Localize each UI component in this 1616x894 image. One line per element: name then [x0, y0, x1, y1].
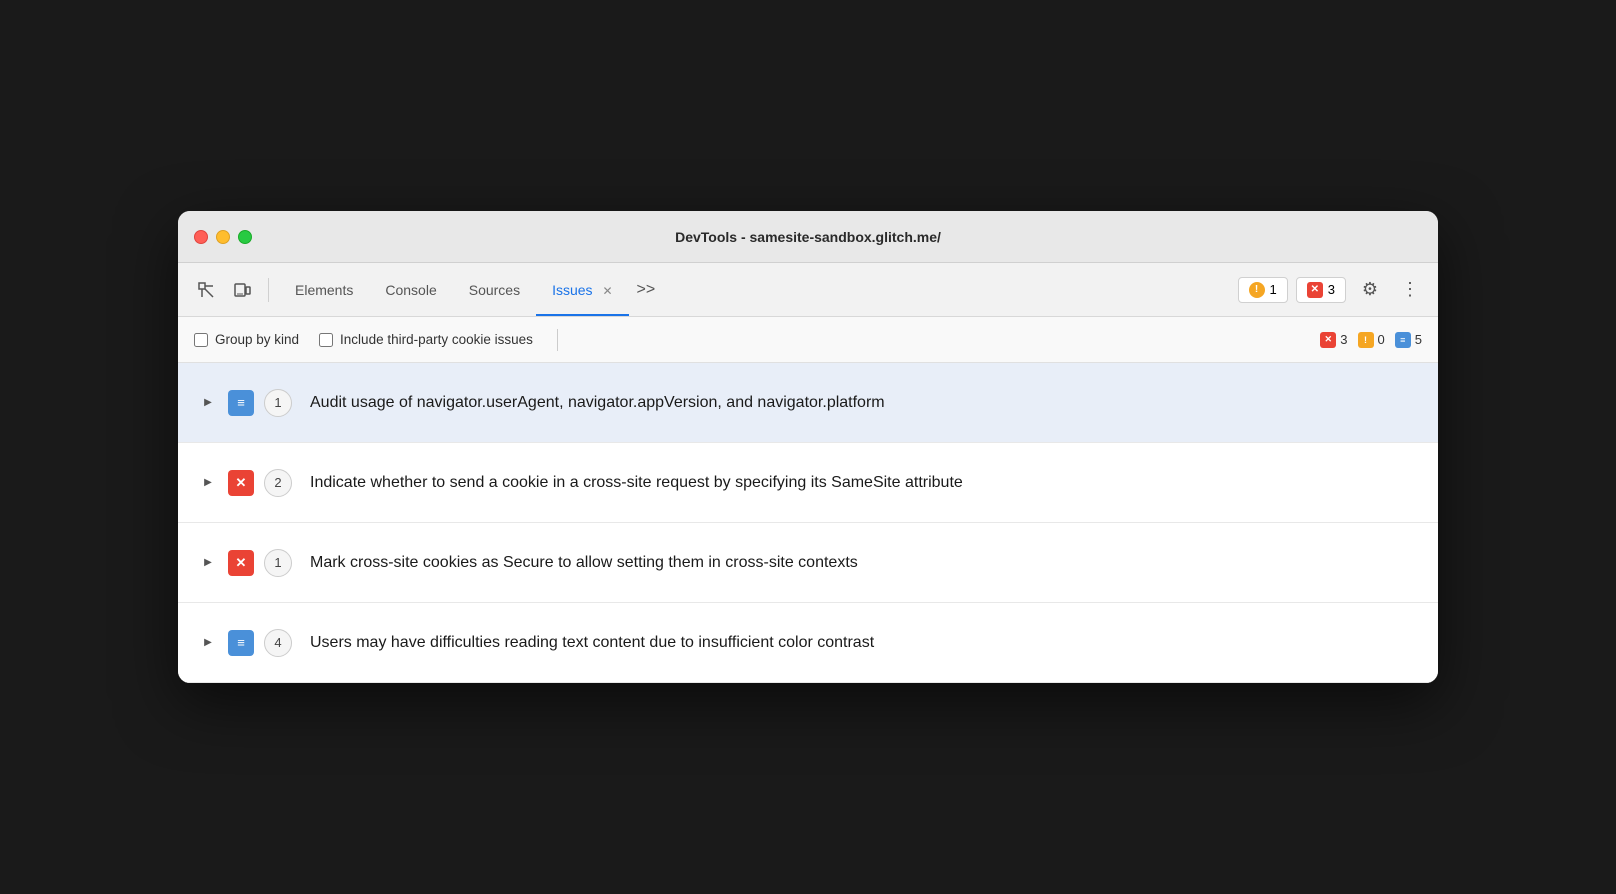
issue-type-icon-info-2: ≡ [228, 630, 254, 656]
warn-count-num: 0 [1378, 332, 1385, 347]
error-count-num: 3 [1340, 332, 1347, 347]
tab-issues-close[interactable]: ✕ [602, 284, 612, 298]
inspect-icon [197, 281, 215, 299]
tab-console[interactable]: Console [369, 274, 452, 306]
issue-count-3: 1 [264, 549, 292, 577]
issue-row[interactable]: ▶ ≡ 1 Audit usage of navigator.userAgent… [178, 363, 1438, 443]
expand-arrow-2[interactable]: ▶ [198, 473, 218, 493]
error-count: 3 [1328, 282, 1335, 297]
error-icon: ✕ [1307, 282, 1323, 298]
maximize-button[interactable] [238, 230, 252, 244]
issue-row[interactable]: ▶ ✕ 2 Indicate whether to send a cookie … [178, 443, 1438, 523]
more-options-button[interactable]: ⋮ [1394, 274, 1426, 306]
error-count-badge[interactable]: ✕ 3 [1320, 332, 1347, 348]
issue-type-icon-error-2: ✕ [228, 550, 254, 576]
window-title: DevTools - samesite-sandbox.glitch.me/ [675, 229, 941, 245]
expand-arrow-1[interactable]: ▶ [198, 393, 218, 413]
more-tabs-button[interactable]: >> [629, 277, 664, 303]
tab-issues[interactable]: Issues ✕ [536, 274, 628, 306]
count-info-icon: ≡ [1395, 332, 1411, 348]
toolbar-divider-1 [268, 278, 269, 302]
third-party-checkbox[interactable] [319, 333, 333, 347]
issue-text-2: Indicate whether to send a cookie in a c… [310, 471, 963, 495]
device-icon [233, 281, 251, 299]
issue-text-1: Audit usage of navigator.userAgent, navi… [310, 391, 885, 415]
issue-count-4: 4 [264, 629, 292, 657]
warn-count-badge[interactable]: ! 0 [1358, 332, 1385, 348]
issues-list: ▶ ≡ 1 Audit usage of navigator.userAgent… [178, 363, 1438, 683]
inspect-element-button[interactable] [190, 274, 222, 306]
issue-row[interactable]: ▶ ≡ 4 Users may have difficulties readin… [178, 603, 1438, 683]
warnings-badge-button[interactable]: ! 1 [1238, 277, 1288, 303]
toolbar: Elements Console Sources Issues ✕ >> ! 1… [178, 263, 1438, 317]
issue-count-2: 2 [264, 469, 292, 497]
expand-arrow-4[interactable]: ▶ [198, 633, 218, 653]
issue-text-4: Users may have difficulties reading text… [310, 631, 874, 655]
device-toggle-button[interactable] [226, 274, 258, 306]
warning-icon: ! [1249, 282, 1265, 298]
info-count-num: 5 [1415, 332, 1422, 347]
issue-text-3: Mark cross-site cookies as Secure to all… [310, 551, 858, 575]
filter-counts: ✕ 3 ! 0 ≡ 5 [1320, 332, 1422, 348]
devtools-window: DevTools - samesite-sandbox.glitch.me/ E… [178, 211, 1438, 683]
close-button[interactable] [194, 230, 208, 244]
errors-badge-button[interactable]: ✕ 3 [1296, 277, 1346, 303]
expand-arrow-3[interactable]: ▶ [198, 553, 218, 573]
group-by-kind-checkbox[interactable] [194, 333, 208, 347]
title-bar: DevTools - samesite-sandbox.glitch.me/ [178, 211, 1438, 263]
minimize-button[interactable] [216, 230, 230, 244]
info-count-badge[interactable]: ≡ 5 [1395, 332, 1422, 348]
group-by-kind-label[interactable]: Group by kind [194, 332, 299, 347]
count-warn-icon: ! [1358, 332, 1374, 348]
filter-bar: Group by kind Include third-party cookie… [178, 317, 1438, 363]
filter-divider [557, 329, 558, 351]
tab-sources[interactable]: Sources [453, 274, 536, 306]
traffic-lights [194, 230, 252, 244]
issue-type-icon-info: ≡ [228, 390, 254, 416]
settings-button[interactable]: ⚙ [1354, 274, 1386, 306]
count-error-icon: ✕ [1320, 332, 1336, 348]
tab-elements[interactable]: Elements [279, 274, 369, 306]
warning-count: 1 [1270, 282, 1277, 297]
issue-type-icon-error: ✕ [228, 470, 254, 496]
toolbar-right: ! 1 ✕ 3 ⚙ ⋮ [1238, 274, 1426, 306]
third-party-label[interactable]: Include third-party cookie issues [319, 332, 533, 347]
issue-count-1: 1 [264, 389, 292, 417]
tabs-container: Elements Console Sources Issues ✕ >> [279, 274, 1234, 306]
issue-row[interactable]: ▶ ✕ 1 Mark cross-site cookies as Secure … [178, 523, 1438, 603]
